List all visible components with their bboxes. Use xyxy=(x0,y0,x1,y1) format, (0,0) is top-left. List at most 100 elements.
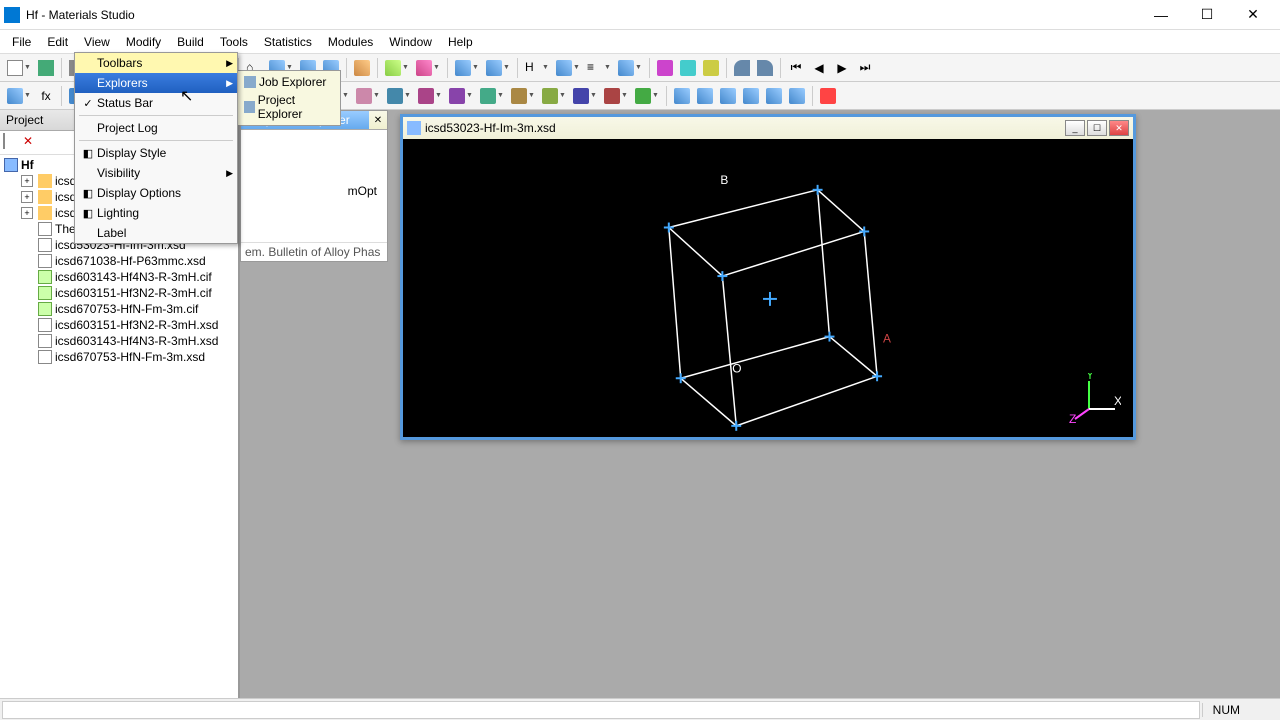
view-menu-display-options[interactable]: ◧Display Options xyxy=(75,183,237,203)
t2-v[interactable] xyxy=(694,85,716,107)
t2-z[interactable] xyxy=(786,85,808,107)
t2-fx[interactable]: fx xyxy=(35,85,57,107)
pj-delete-icon[interactable]: ✕ xyxy=(23,134,41,152)
nav-first[interactable]: ⏮ xyxy=(785,57,807,79)
status-input[interactable] xyxy=(2,701,1200,719)
tool-i[interactable]: ▼ xyxy=(615,57,645,79)
nav-next[interactable]: ▶ xyxy=(831,57,853,79)
doc-titlebar[interactable]: icsd53023-Hf-Im-3m.xsd _ ☐ ✕ xyxy=(403,117,1133,139)
sub-project-explorer[interactable]: Project Explorer xyxy=(240,91,338,123)
view-menu-display-style[interactable]: ◧Display Style xyxy=(75,143,237,163)
tree-item-label: icsd671038-Hf-P63mmc.xsd xyxy=(55,254,206,268)
tree-item[interactable]: icsd603143-Hf4N3-R-3mH.cif xyxy=(2,269,236,285)
tree-item[interactable]: icsd670753-HfN-Fm-3m.xsd xyxy=(2,349,236,365)
t2-u[interactable] xyxy=(671,85,693,107)
tool-l[interactable] xyxy=(700,57,722,79)
tool-a[interactable] xyxy=(351,57,373,79)
save-button[interactable] xyxy=(35,57,57,79)
menu-edit[interactable]: Edit xyxy=(39,32,76,52)
tool-b[interactable]: ▼ xyxy=(382,57,412,79)
t2-o[interactable]: ▼ xyxy=(477,85,507,107)
t2-x[interactable] xyxy=(740,85,762,107)
t2-p[interactable]: ▼ xyxy=(508,85,538,107)
redo-button[interactable] xyxy=(754,57,776,79)
menu-modify[interactable]: Modify xyxy=(118,32,169,52)
tree-item[interactable]: icsd603151-Hf3N2-R-3mH.cif xyxy=(2,285,236,301)
doc-viewport[interactable]: B O A Y X Z xyxy=(403,139,1133,437)
doc-close-button[interactable]: ✕ xyxy=(1109,120,1129,136)
tree-item[interactable]: icsd671038-Hf-P63mmc.xsd xyxy=(2,253,236,269)
menu-window[interactable]: Window xyxy=(381,32,440,52)
tree-item[interactable]: icsd670753-HfN-Fm-3m.cif xyxy=(2,301,236,317)
view-dropdown-menu: Toolbars▶Explorers▶✓Status Bar Project Lo… xyxy=(74,52,238,244)
tree-item-label: icsd603151-Hf3N2-R-3mH.xsd xyxy=(55,318,218,332)
nav-last[interactable]: ⏭ xyxy=(854,57,876,79)
minimize-button[interactable]: — xyxy=(1138,1,1184,29)
maximize-button[interactable]: ☐ xyxy=(1184,1,1230,29)
pj-new-icon[interactable] xyxy=(3,134,21,152)
undo-button[interactable] xyxy=(731,57,753,79)
tree-item-label: The xyxy=(55,222,76,236)
view-menu-label[interactable]: Label xyxy=(75,223,237,243)
menu-statistics[interactable]: Statistics xyxy=(256,32,320,52)
t2-q[interactable]: ▼ xyxy=(539,85,569,107)
menubar: File Edit View Modify Build Tools Statis… xyxy=(0,30,1280,54)
doc-maximize-button[interactable]: ☐ xyxy=(1087,120,1107,136)
titlebar: Hf - Materials Studio — ☐ ✕ xyxy=(0,0,1280,30)
doc-icon xyxy=(38,238,52,252)
label-a: A xyxy=(883,332,891,346)
view-menu-label: Lighting xyxy=(97,206,233,220)
t2-t[interactable]: ▼ xyxy=(632,85,662,107)
label-b: B xyxy=(720,173,728,187)
view-menu-project-log[interactable]: Project Log xyxy=(75,118,237,138)
menu-help[interactable]: Help xyxy=(440,32,481,52)
tree-expand-icon[interactable]: + xyxy=(21,191,33,203)
t2-s[interactable]: ▼ xyxy=(601,85,631,107)
app-icon xyxy=(4,7,20,23)
t2-l[interactable]: ▼ xyxy=(384,85,414,107)
tree-item[interactable]: icsd603143-Hf4N3-R-3mH.xsd xyxy=(2,333,236,349)
tool-g[interactable]: ▼ xyxy=(553,57,583,79)
tool-c[interactable]: ▼ xyxy=(413,57,443,79)
tool-k[interactable] xyxy=(677,57,699,79)
submenu-arrow-icon: ▶ xyxy=(226,58,233,69)
tree-expand-icon[interactable]: + xyxy=(21,175,33,187)
t2-y[interactable] xyxy=(763,85,785,107)
svg-text:X: X xyxy=(1114,394,1121,408)
view-menu-lighting[interactable]: ◧Lighting xyxy=(75,203,237,223)
tree-expand-icon[interactable]: + xyxy=(21,207,33,219)
sub-job-explorer[interactable]: Job Explorer xyxy=(240,73,338,91)
tree-item[interactable]: icsd603151-Hf3N2-R-3mH.xsd xyxy=(2,317,236,333)
tool-h[interactable]: ≡▼ xyxy=(584,57,614,79)
view-menu-label: Visibility xyxy=(97,166,222,180)
folder-icon xyxy=(38,206,52,220)
tool-d[interactable]: ▼ xyxy=(452,57,482,79)
properties-close-icon[interactable]: ✕ xyxy=(371,113,385,127)
doc-minimize-button[interactable]: _ xyxy=(1065,120,1085,136)
view-menu-explorers[interactable]: Explorers▶ xyxy=(75,73,237,93)
t2-m[interactable]: ▼ xyxy=(415,85,445,107)
explorers-submenu: Job Explorer Project Explorer xyxy=(237,70,341,126)
menu-view[interactable]: View xyxy=(76,32,118,52)
t2-k[interactable]: ▼ xyxy=(353,85,383,107)
tree-item-label: icsd670753-HfN-Fm-3m.cif xyxy=(55,302,198,316)
nav-prev[interactable]: ◀ xyxy=(808,57,830,79)
menu-build[interactable]: Build xyxy=(169,32,212,52)
new-button[interactable]: ▼ xyxy=(4,57,34,79)
t2-w[interactable] xyxy=(717,85,739,107)
tool-e[interactable]: ▼ xyxy=(483,57,513,79)
view-menu-toolbars[interactable]: Toolbars▶ xyxy=(75,53,237,73)
menu-tools[interactable]: Tools xyxy=(212,32,256,52)
menu-modules[interactable]: Modules xyxy=(320,32,381,52)
t2-n[interactable]: ▼ xyxy=(446,85,476,107)
pj-import-icon[interactable] xyxy=(43,134,61,152)
t2-a[interactable]: ▼ xyxy=(4,85,34,107)
view-menu-status-bar[interactable]: ✓Status Bar xyxy=(75,93,237,113)
t2-r[interactable]: ▼ xyxy=(570,85,600,107)
tool-j[interactable] xyxy=(654,57,676,79)
menu-file[interactable]: File xyxy=(4,32,39,52)
view-menu-visibility[interactable]: Visibility▶ xyxy=(75,163,237,183)
close-button[interactable]: ✕ xyxy=(1230,1,1276,29)
tool-f[interactable]: H▼ xyxy=(522,57,552,79)
t2-aa[interactable] xyxy=(817,85,839,107)
